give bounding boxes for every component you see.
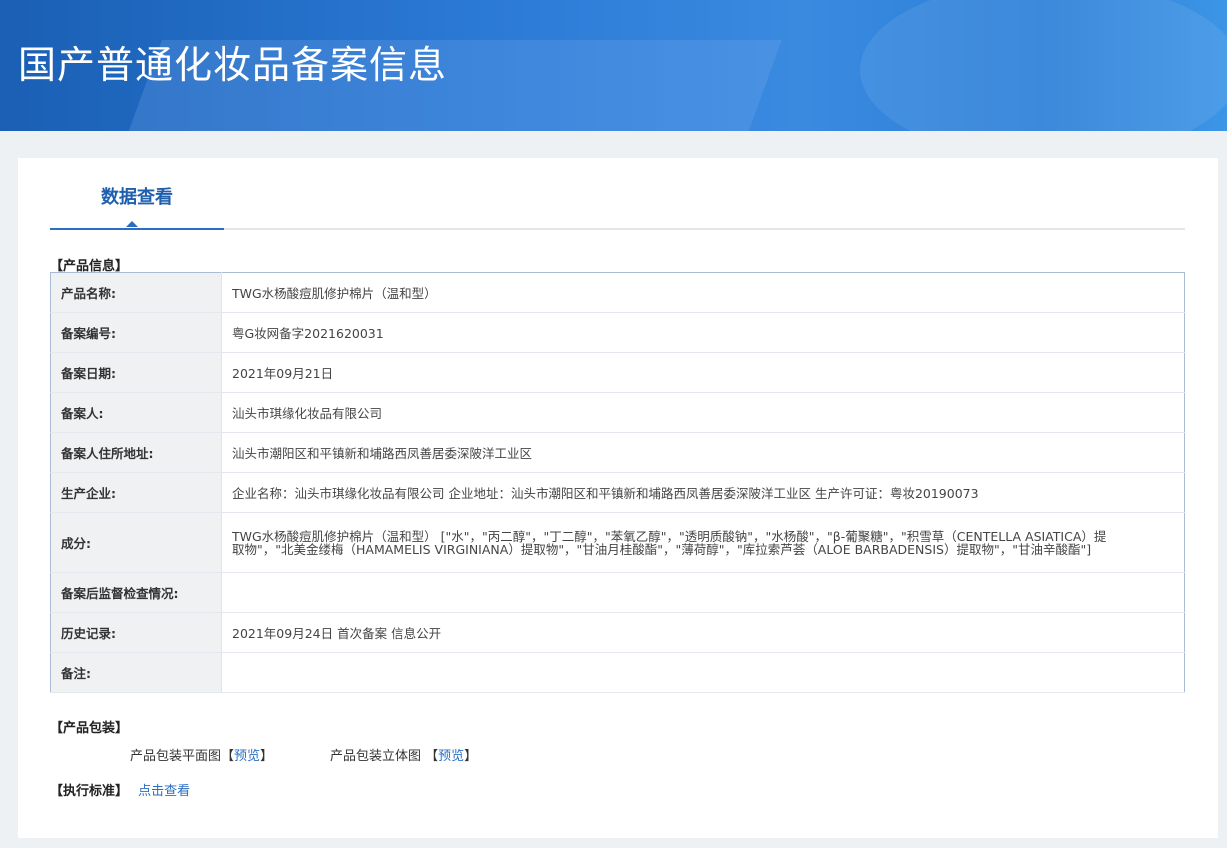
row-label: 备注: <box>50 652 222 693</box>
standard-view-link[interactable]: 点击查看 <box>138 784 190 799</box>
packaging-flat-label: 产品包装平面图 <box>130 749 222 764</box>
row-label: 生产企业: <box>50 472 222 513</box>
row-label: 备案日期: <box>50 352 222 393</box>
row-value: 企业名称：汕头市琪缘化妆品有限公司 企业地址：汕头市潮阳区和平镇新和埔路西凤善居… <box>221 472 1185 513</box>
banner-decoration <box>860 0 1227 131</box>
packaging-heading: 【产品包装】 <box>50 721 129 736</box>
packaging-flat-row: 产品包装平面图【预览】 <box>130 749 274 764</box>
header-banner: 国产普通化妆品备案信息 <box>0 0 1227 131</box>
tab-indicator-caret <box>126 221 138 227</box>
packaging-stereo-row: 产品包装立体图 【预览】 <box>330 749 478 764</box>
table-row: 产品名称: TWG水杨酸痘肌修护棉片（温和型） <box>50 272 1185 313</box>
packaging-stereo-label: 产品包装立体图 <box>330 749 422 764</box>
row-label: 备案人: <box>50 392 222 433</box>
table-row: 成分: TWG水杨酸痘肌修护棉片（温和型） ["水"，"丙二醇"，"丁二醇"，"… <box>50 512 1185 573</box>
table-row: 备案编号: 粤G妆网备字2021620031 <box>50 312 1185 353</box>
stereo-preview-link[interactable]: 预览 <box>438 749 464 764</box>
row-value: 粤G妆网备字2021620031 <box>221 312 1185 353</box>
table-row: 生产企业: 企业名称：汕头市琪缘化妆品有限公司 企业地址：汕头市潮阳区和平镇新和… <box>50 472 1185 513</box>
table-row: 备案人住所地址: 汕头市潮阳区和平镇新和埔路西凤善居委深陂洋工业区 <box>50 432 1185 473</box>
row-label: 备案人住所地址: <box>50 432 222 473</box>
table-row: 备案日期: 2021年09月21日 <box>50 352 1185 393</box>
row-label: 备案编号: <box>50 312 222 353</box>
flat-preview-link[interactable]: 预览 <box>234 749 260 764</box>
table-row: 备案人: 汕头市琪缘化妆品有限公司 <box>50 392 1185 433</box>
table-row: 备案后监督检查情况: <box>50 572 1185 613</box>
row-value: 2021年09月24日 首次备案 信息公开 <box>221 612 1185 653</box>
row-label: 成分: <box>50 512 222 573</box>
content-panel: 数据查看 【产品信息】 产品名称: TWG水杨酸痘肌修护棉片（温和型） 备案编号… <box>18 158 1218 838</box>
tab-bar: 数据查看 <box>50 174 1185 230</box>
row-value <box>221 572 1185 613</box>
row-value: TWG水杨酸痘肌修护棉片（温和型） ["水"，"丙二醇"，"丁二醇"，"苯氧乙醇… <box>221 512 1185 573</box>
row-value: 汕头市潮阳区和平镇新和埔路西凤善居委深陂洋工业区 <box>221 432 1185 473</box>
row-value: TWG水杨酸痘肌修护棉片（温和型） <box>221 272 1185 313</box>
product-info-table: 产品名称: TWG水杨酸痘肌修护棉片（温和型） 备案编号: 粤G妆网备字2021… <box>50 272 1185 693</box>
standard-row: 【执行标准】 点击查看 <box>50 780 190 799</box>
row-label: 产品名称: <box>50 272 222 313</box>
standard-heading: 【执行标准】 <box>50 784 129 799</box>
row-label: 历史记录: <box>50 612 222 653</box>
table-row: 备注: <box>50 652 1185 693</box>
row-label: 备案后监督检查情况: <box>50 572 222 613</box>
row-value: 汕头市琪缘化妆品有限公司 <box>221 392 1185 433</box>
row-value: 2021年09月21日 <box>221 352 1185 393</box>
row-value <box>221 652 1185 693</box>
page-title: 国产普通化妆品备案信息 <box>18 43 448 87</box>
table-row: 历史记录: 2021年09月24日 首次备案 信息公开 <box>50 612 1185 653</box>
